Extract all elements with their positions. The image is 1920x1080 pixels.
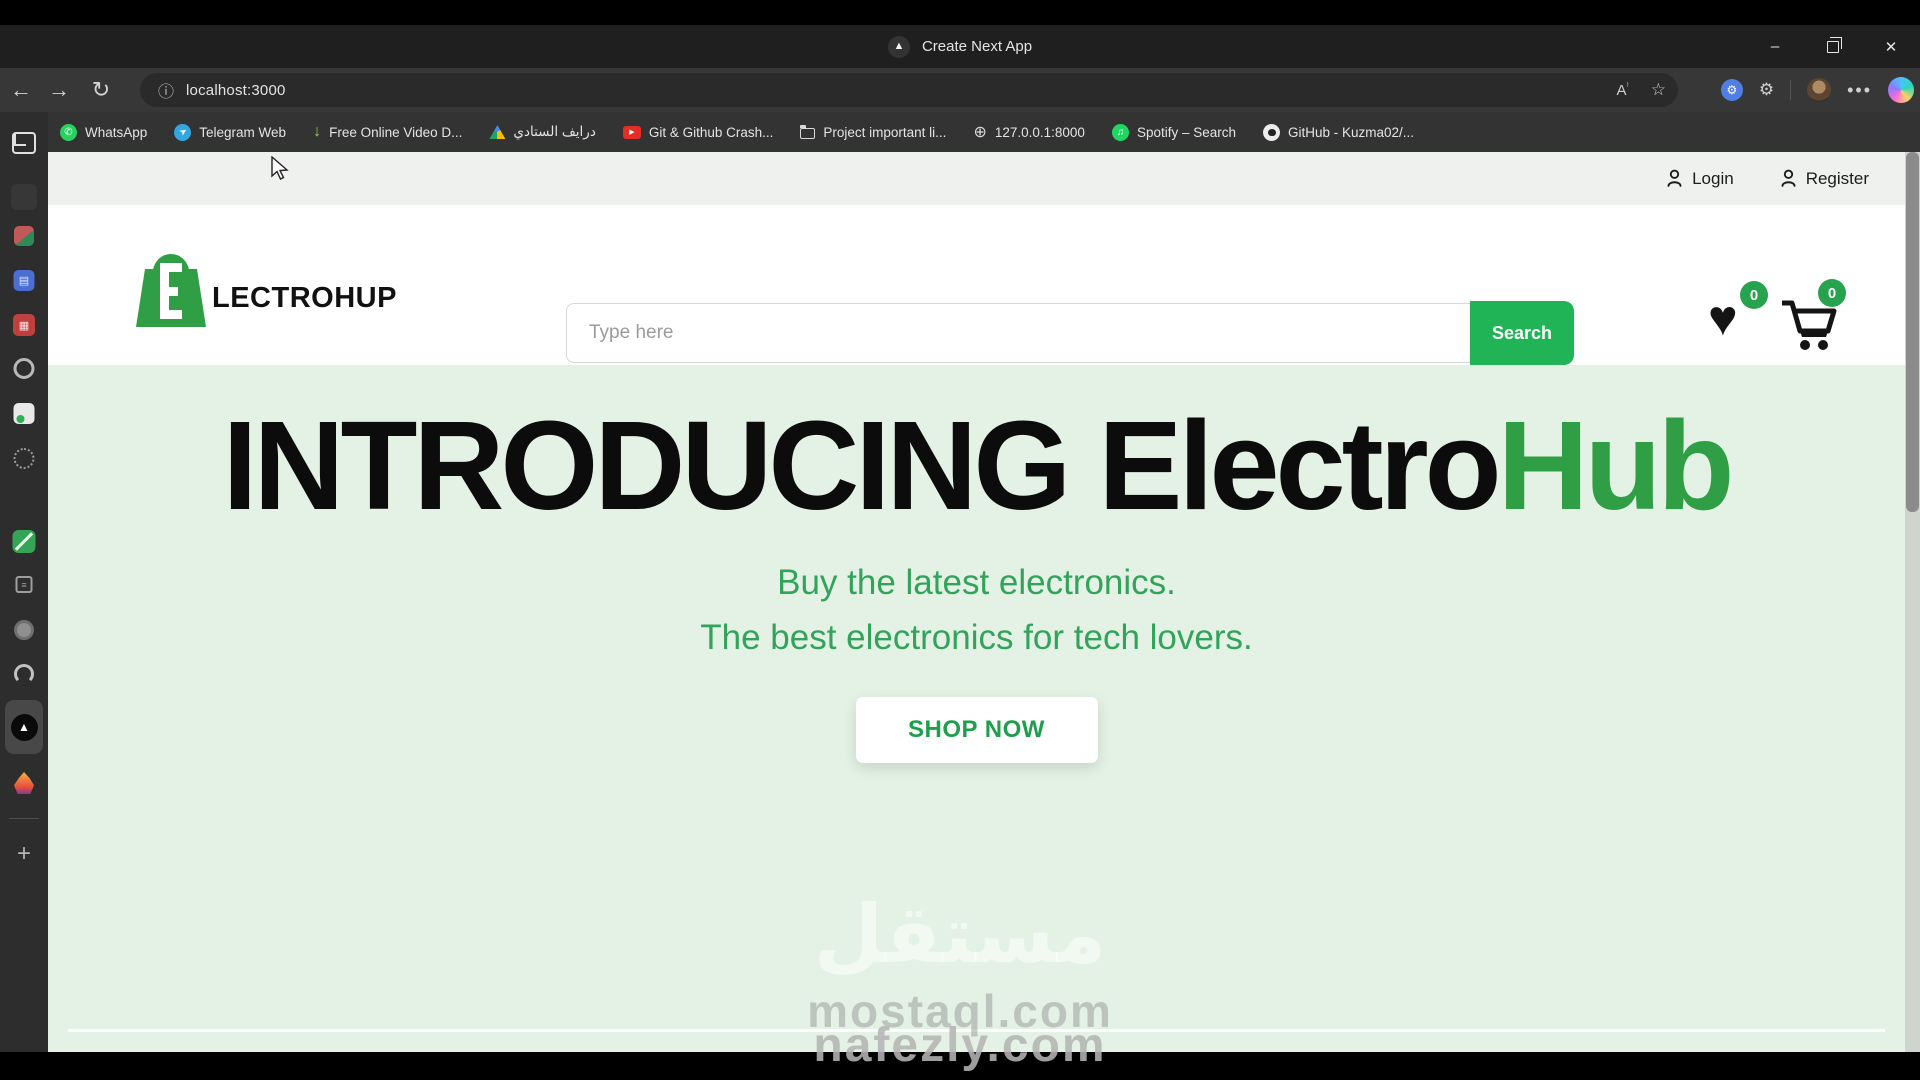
favorite-star-icon[interactable]: ☆	[1651, 80, 1666, 100]
add-workspace-button[interactable]: +	[17, 840, 31, 868]
site-logo[interactable]: LECTROHUP	[136, 243, 397, 329]
refresh-button[interactable]: ↻	[84, 68, 118, 112]
read-aloud-icon[interactable]: A⁾	[1617, 81, 1629, 99]
cart-count-badge: 0	[1818, 279, 1846, 307]
hero-title: INTRODUCING ElectroHub	[48, 403, 1905, 529]
bookmark-github[interactable]: GitHub - Kuzma02/...	[1263, 124, 1414, 141]
bookmark-folder[interactable]: Project important li...	[800, 125, 946, 140]
shop-now-button[interactable]: SHOP NOW	[856, 697, 1098, 763]
site-info-icon[interactable]: ⓘ	[158, 78, 174, 102]
extension-blue-icon[interactable]: ⚙	[1721, 79, 1743, 101]
toolbar-divider	[1790, 80, 1791, 100]
red-app-icon[interactable]	[14, 226, 34, 246]
sheet-app-icon[interactable]	[14, 403, 35, 424]
telegram-icon: ➤	[174, 124, 191, 141]
settings-menu-icon[interactable]: •••	[1847, 80, 1872, 101]
notes-app-icon[interactable]: ≡	[16, 576, 33, 593]
brand-name: LECTROHUP	[212, 282, 397, 329]
youtube-icon: ▶	[623, 126, 641, 139]
github-ring-icon[interactable]	[14, 664, 34, 684]
bookmark-google-drive[interactable]: درايف الستادي	[489, 124, 595, 140]
hero-section: INTRODUCING ElectroHub Buy the latest el…	[48, 365, 1905, 1052]
letterbox-bottom	[0, 1052, 1920, 1080]
section-divider	[68, 1029, 1885, 1032]
whatsapp-icon: ✆	[60, 124, 77, 141]
ghost-app-icon[interactable]	[11, 184, 37, 210]
search-button[interactable]: Search	[1470, 301, 1574, 365]
bookmark-whatsapp[interactable]: ✆ WhatsApp	[60, 124, 147, 141]
bookmark-spotify[interactable]: ♫ Spotify – Search	[1112, 124, 1236, 141]
nextjs-active-item[interactable]: ▲	[5, 700, 43, 754]
login-link[interactable]: Login	[1666, 169, 1734, 189]
person-icon	[1666, 169, 1683, 188]
nextjs-favicon-icon: ▲	[888, 36, 910, 58]
medal-app-icon[interactable]	[14, 620, 34, 640]
person-icon	[1780, 169, 1797, 188]
red-app-2-icon[interactable]: ▦	[13, 314, 35, 336]
profile-avatar[interactable]	[1807, 78, 1831, 102]
address-bar-actions: A⁾ ☆	[1617, 73, 1666, 107]
bookmarks-bar: ✆ WhatsApp ➤ Telegram Web ↓ Free Online …	[48, 112, 1920, 152]
letterbox-top	[0, 0, 1920, 25]
dotted-circle-icon[interactable]	[14, 448, 35, 469]
screenshot-root: ▲ Create Next App – ✕ ← → ↻ ⓘ localhost:…	[0, 0, 1920, 1080]
toolbar-right: ⚙ ⚙ •••	[1721, 68, 1914, 112]
forward-button[interactable]: →	[42, 68, 76, 112]
auth-topbar: Login Register	[48, 152, 1905, 205]
address-bar[interactable]: ⓘ localhost:3000 A⁾ ☆	[140, 73, 1678, 107]
hero-subtitle-2: The best electronics for tech lovers.	[48, 618, 1905, 658]
scrollbar-thumb[interactable]	[1906, 152, 1919, 512]
sidebar-divider	[9, 818, 39, 819]
restore-button[interactable]	[1804, 25, 1862, 68]
tab-title: Create Next App	[922, 38, 1032, 55]
green-app-icon[interactable]	[13, 530, 36, 553]
shopping-bag-logo-icon	[136, 243, 206, 329]
flame-app-icon[interactable]	[14, 772, 34, 794]
browser-sidebar: ▤ ▦ ≡ ▲ +	[0, 112, 48, 1052]
page-scrollbar[interactable]	[1905, 152, 1920, 1052]
search-bar: Search	[566, 303, 1574, 365]
bookmark-localhost[interactable]: ⊕ 127.0.0.1:8000	[973, 122, 1085, 142]
tab-center-icon[interactable]	[12, 132, 36, 154]
mouse-cursor	[270, 156, 290, 182]
url-text[interactable]: localhost:3000	[186, 82, 286, 99]
copilot-icon[interactable]	[1888, 77, 1914, 103]
close-button[interactable]: ✕	[1862, 25, 1920, 68]
browser-toolbar: ← → ↻ ⓘ localhost:3000 A⁾ ☆ ⚙ ⚙ •••	[0, 68, 1920, 112]
webpage-viewport: Login Register LECTRO	[48, 152, 1905, 1052]
cart-icon[interactable]	[1780, 299, 1838, 356]
restore-icon	[1827, 41, 1839, 53]
back-button[interactable]: ←	[4, 68, 38, 112]
hero-subtitle-1: Buy the latest electronics.	[48, 563, 1905, 603]
folder-icon	[800, 128, 815, 139]
bookmark-telegram[interactable]: ➤ Telegram Web	[174, 124, 286, 141]
blue-app-icon[interactable]: ▤	[14, 270, 35, 291]
google-drive-icon	[489, 125, 505, 139]
extensions-icon[interactable]: ⚙	[1759, 80, 1774, 100]
header-icons: ♥ 0 0	[1708, 291, 1888, 361]
site-header: LECTROHUP Search ♥ 0 0	[48, 205, 1905, 365]
window-controls: – ✕	[1746, 25, 1920, 68]
register-link[interactable]: Register	[1780, 169, 1869, 189]
download-icon: ↓	[313, 123, 321, 141]
minimize-button[interactable]: –	[1746, 25, 1804, 68]
search-input[interactable]	[566, 303, 1470, 363]
active-tab[interactable]: ▲ Create Next App	[0, 25, 1920, 68]
browser-titlebar: ▲ Create Next App – ✕	[0, 25, 1920, 68]
nextjs-icon: ▲	[11, 714, 38, 741]
github-icon	[1263, 124, 1280, 141]
gray-ring-icon[interactable]	[14, 358, 35, 379]
globe-icon: ⊕	[973, 122, 986, 142]
wishlist-count-badge: 0	[1740, 281, 1768, 309]
hero-title-accent: Hub	[1498, 395, 1731, 536]
wishlist-heart-icon[interactable]: ♥	[1708, 293, 1738, 343]
bookmark-video-downloader[interactable]: ↓ Free Online Video D...	[313, 123, 462, 141]
bookmark-youtube[interactable]: ▶ Git & Github Crash...	[623, 125, 774, 140]
spotify-icon: ♫	[1112, 124, 1129, 141]
